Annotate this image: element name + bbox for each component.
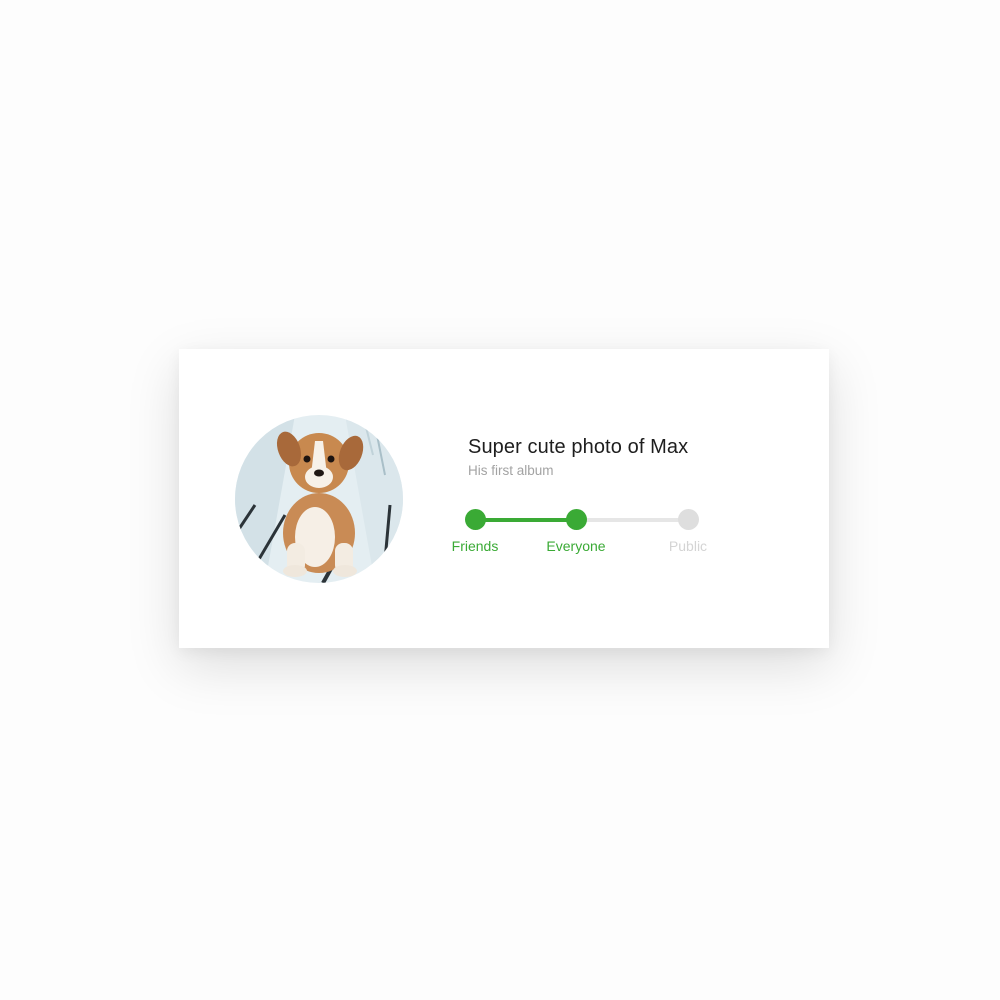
step-dot xyxy=(565,509,587,530)
privacy-stepper[interactable]: Friends Everyone Public xyxy=(439,504,729,564)
step-public[interactable]: Public xyxy=(643,504,733,554)
step-label: Friends xyxy=(451,538,499,554)
step-dot xyxy=(464,509,486,530)
step-dot xyxy=(677,509,699,530)
step-everyone[interactable]: Everyone xyxy=(531,504,621,554)
puppy-photo xyxy=(235,415,403,583)
photo-title: Super cute photo of Max xyxy=(468,436,689,458)
step-label: Public xyxy=(668,538,708,554)
puppy-image xyxy=(235,415,403,583)
step-label: Everyone xyxy=(546,538,606,554)
photo-card: Super cute photo of Max His first album … xyxy=(179,349,829,648)
step-friends[interactable]: Friends xyxy=(430,504,520,554)
album-subtitle: His first album xyxy=(468,463,554,478)
